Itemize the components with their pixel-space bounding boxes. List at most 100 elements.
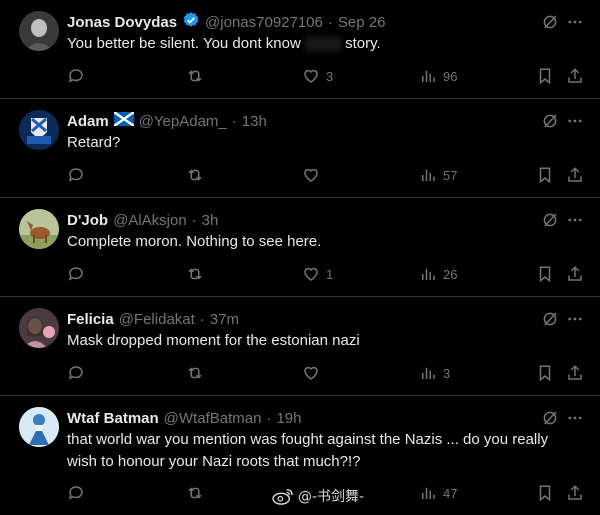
author-name[interactable]: Jonas Dovydas [67,14,177,31]
author-handle[interactable]: @Felidakat [119,311,195,328]
more-options-icon[interactable] [566,13,584,31]
author-name[interactable]: Adam [67,113,109,130]
scotland-flag-icon [112,111,135,130]
author-handle[interactable]: @WtafBatman [164,410,262,427]
heart-icon [304,168,318,182]
share-button[interactable] [566,165,584,185]
bookmark-icon [539,485,551,502]
share-button[interactable] [566,483,584,503]
tweet-text-line: that world war you mention was fought ag… [67,431,549,448]
more-options-icon[interactable] [566,409,584,427]
bookmark-button[interactable] [536,66,554,86]
share-button[interactable] [566,264,584,284]
repost-button[interactable] [186,363,210,383]
heart-icon [304,366,318,380]
timestamp[interactable]: 37m [210,311,239,328]
author-handle[interactable]: @AlAksjon [113,212,187,229]
like-button[interactable] [302,165,326,185]
views-icon [422,70,435,82]
meta-separator: · [199,310,205,328]
bookmark-icon [539,365,551,382]
avatar[interactable] [19,11,59,51]
reply-tweet[interactable]: D'Job @AlAksjon · 3h Complete moron. Not… [0,198,600,296]
bookmark-icon [539,68,551,85]
author-name[interactable]: Wtaf Batman [67,410,159,427]
author-handle[interactable]: @YepAdam_ [139,113,227,130]
timestamp[interactable]: 13h [242,113,267,130]
views-button[interactable]: 47 [419,483,457,503]
more-options-icon[interactable] [566,211,584,229]
grok-icon[interactable] [541,211,559,229]
reply-tweet[interactable]: Adam @YepAdam_ · 13h Retard? 57 [0,99,600,197]
meta-separator: · [327,13,333,31]
tweet-actions: 3 96 [0,66,600,86]
like-button[interactable]: 1 [302,264,333,284]
grok-icon[interactable] [541,409,559,427]
tweet-text: You better be silent. You dont know stor… [67,33,567,55]
views-button[interactable]: 3 [419,363,450,383]
reply-button[interactable] [67,66,91,86]
tweet-text-part: story. [345,35,381,52]
reply-button[interactable] [67,264,91,284]
repost-icon [188,169,202,181]
repost-button[interactable] [186,66,210,86]
more-options-icon[interactable] [566,310,584,328]
bookmark-icon [539,167,551,184]
like-count: 1 [326,266,334,282]
more-options-icon[interactable] [566,112,584,130]
bookmark-button[interactable] [536,363,554,383]
views-icon [422,367,435,379]
reply-icon [68,486,83,500]
avatar[interactable] [19,110,59,150]
bookmark-button[interactable] [536,483,554,503]
weibo-logo-icon [272,488,293,505]
timestamp[interactable]: Sep 26 [338,14,386,31]
timestamp[interactable]: 3h [202,212,219,229]
avatar[interactable] [19,407,59,447]
reply-icon [68,69,83,83]
grok-icon[interactable] [541,13,559,31]
share-button[interactable] [566,66,584,86]
reply-icon [68,366,83,380]
reply-button[interactable] [67,363,91,383]
grok-icon[interactable] [541,310,559,328]
views-count: 3 [443,365,451,381]
tweet-actions: 1 26 [0,264,600,284]
views-button[interactable]: 96 [419,66,457,86]
avatar[interactable] [19,209,59,249]
like-button[interactable] [302,363,326,383]
author-name[interactable]: D'Job [67,212,108,229]
views-button[interactable]: 26 [419,264,457,284]
like-button[interactable]: 3 [302,66,333,86]
reply-tweet[interactable]: Jonas Dovydas @jonas70927106 · Sep 26 Yo… [0,0,600,98]
author-name[interactable]: Felicia [67,311,114,328]
reply-button[interactable] [67,483,91,503]
views-icon [422,169,435,181]
bookmark-button[interactable] [536,264,554,284]
bookmark-button[interactable] [536,165,554,185]
repost-button[interactable] [186,165,210,185]
timestamp[interactable]: 19h [276,410,301,427]
views-icon [422,487,435,499]
repost-button[interactable] [186,483,210,503]
views-button[interactable]: 57 [419,165,457,185]
views-count: 57 [443,167,458,183]
bookmark-icon [539,266,551,283]
reply-icon [68,168,83,182]
tweet-text-line: wish to honour your Nazi roots that much… [67,453,361,470]
heart-icon [304,69,318,83]
repost-button[interactable] [186,264,210,284]
reply-tweet[interactable]: Felicia @Felidakat · 37m Mask dropped mo… [0,297,600,395]
meta-separator: · [266,409,272,427]
author-handle[interactable]: @jonas70927106 [205,14,323,31]
repost-icon [188,268,202,280]
tweet-text: Mask dropped moment for the estonian naz… [67,332,360,349]
tweet-text-part: You better be silent. You dont know [67,35,301,52]
reply-button[interactable] [67,165,91,185]
reply-icon [68,267,83,281]
avatar[interactable] [19,308,59,348]
like-count: 3 [326,68,334,84]
meta-separator: · [231,112,237,130]
share-button[interactable] [566,363,584,383]
grok-icon[interactable] [541,112,559,130]
